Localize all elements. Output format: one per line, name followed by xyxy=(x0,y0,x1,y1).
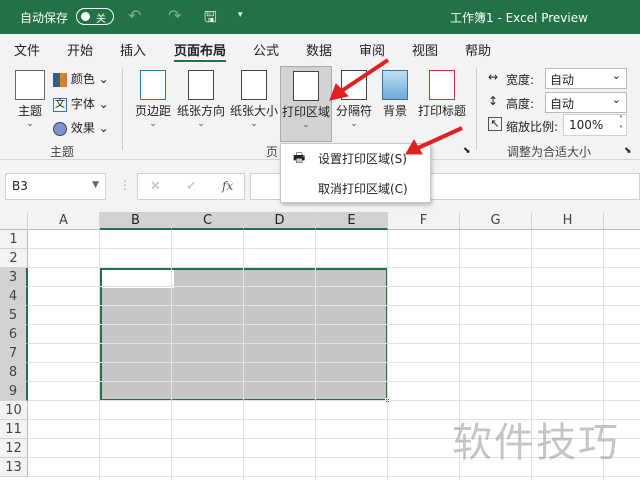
annotation-arrows xyxy=(329,58,463,155)
arrow-to-set-print-area xyxy=(417,126,463,150)
watermark: 软件技巧 xyxy=(452,420,620,466)
arrow-to-print-area xyxy=(338,58,390,94)
